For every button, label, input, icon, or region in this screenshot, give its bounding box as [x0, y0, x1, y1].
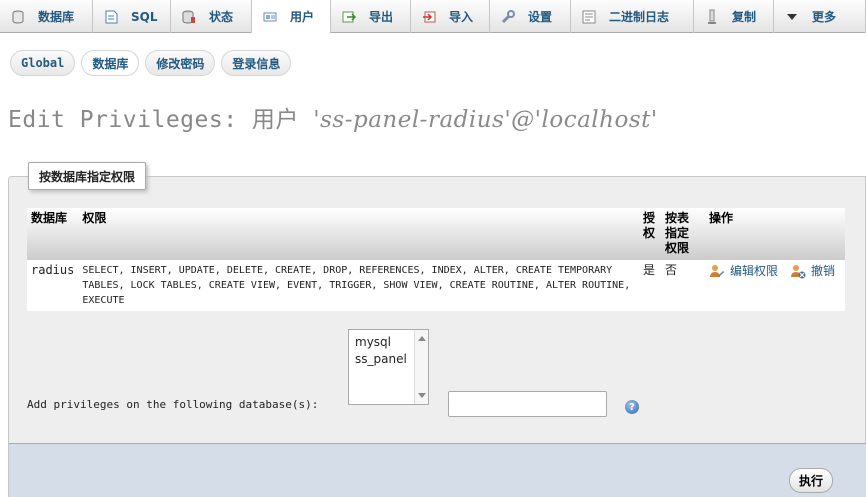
status-icon: [181, 9, 197, 25]
users-icon: [262, 9, 278, 25]
cell-privileges: SELECT, INSERT, UPDATE, DELETE, CREATE, …: [78, 260, 639, 311]
sub-tabs: Global 数据库 修改密码 登录信息: [10, 50, 292, 76]
tab-import[interactable]: 导入: [411, 0, 490, 33]
replication-icon: [704, 9, 720, 25]
tab-binary-log[interactable]: 二进制日志: [571, 0, 694, 33]
more-icon: [784, 9, 800, 25]
database-select-list[interactable]: mysql ss_panel: [348, 329, 429, 405]
binlog-icon: [581, 9, 597, 25]
tab-label: 复制: [732, 10, 757, 24]
go-button[interactable]: 执行: [789, 468, 833, 493]
database-name-input[interactable]: [448, 391, 607, 417]
subtab-login-info[interactable]: 登录信息: [221, 50, 292, 76]
cell-db: radius: [27, 260, 79, 311]
tab-sql[interactable]: SQL: [93, 0, 171, 33]
help-icon[interactable]: ?: [625, 400, 639, 414]
subtab-change-password[interactable]: 修改密码: [145, 50, 216, 76]
sql-icon: [103, 9, 119, 25]
database-icon: [10, 9, 26, 25]
top-navigation: 数据库 SQL 状态 用户 导出 导入 设置 二进制日志 复制 更多: [0, 0, 866, 34]
fieldset-legend: 按数据库指定权限: [28, 162, 147, 190]
page-title-prefix: Edit Privileges: 用户: [8, 107, 299, 133]
edit-user-icon: [709, 263, 725, 279]
tab-label: 导入: [449, 10, 474, 24]
tab-label: 状态: [209, 10, 234, 24]
tab-replication[interactable]: 复制: [694, 0, 774, 33]
tab-export[interactable]: 导出: [331, 0, 411, 33]
settings-icon: [500, 9, 516, 25]
import-icon: [421, 9, 437, 25]
cell-table-specific: 否: [660, 260, 705, 311]
subtab-global[interactable]: Global: [10, 50, 76, 76]
cell-actions: 编辑权限 撤销: [704, 260, 845, 311]
tab-more[interactable]: 更多: [774, 0, 866, 33]
col-header-privileges: 权限: [78, 208, 639, 260]
list-scrollbar[interactable]: [414, 330, 428, 404]
tab-label: SQL: [131, 9, 158, 24]
edit-privileges-label: 编辑权限: [729, 263, 778, 278]
tab-databases[interactable]: 数据库: [0, 0, 93, 33]
tab-label: 导出: [369, 10, 394, 24]
tab-settings[interactable]: 设置: [490, 0, 571, 33]
revoke-user-icon: [790, 263, 806, 279]
export-icon: [341, 9, 357, 25]
tab-status[interactable]: 状态: [171, 0, 252, 33]
tab-users[interactable]: 用户: [252, 0, 331, 34]
tab-label: 设置: [528, 10, 553, 24]
tab-label: 数据库: [38, 10, 75, 24]
add-privileges-label: Add privileges on the following database…: [27, 398, 319, 411]
revoke-label: 撤销: [810, 263, 835, 278]
tab-label: 二进制日志: [609, 10, 670, 24]
database-option[interactable]: mysql: [355, 334, 422, 351]
col-header-table-specific: 按表指定权限: [660, 208, 705, 260]
database-option[interactable]: ss_panel: [355, 351, 422, 368]
col-header-db: 数据库: [27, 208, 79, 260]
page-title: Edit Privileges: 用户 'ss-panel-radius'@'l…: [8, 100, 658, 134]
form-footer: [9, 443, 866, 497]
revoke-link[interactable]: 撤销: [790, 263, 835, 279]
scroll-up-icon[interactable]: [418, 336, 426, 341]
edit-privileges-link[interactable]: 编辑权限: [709, 263, 778, 279]
table-row: radius SELECT, INSERT, UPDATE, DELETE, C…: [27, 260, 845, 311]
privileges-table: 数据库 权限 授权 按表指定权限 操作 radius SELECT, INSER…: [27, 208, 845, 311]
table-header-row: 数据库 权限 授权 按表指定权限 操作: [27, 208, 845, 260]
tab-label: 用户: [290, 10, 315, 24]
col-header-grant: 授权: [639, 208, 661, 260]
scroll-down-icon[interactable]: [418, 393, 426, 398]
tab-label: 更多: [812, 10, 837, 24]
page-title-user: 'ss-panel-radius'@'localhost': [313, 107, 658, 133]
col-header-action: 操作: [704, 208, 845, 260]
subtab-database[interactable]: 数据库: [81, 50, 140, 76]
cell-grant: 是: [639, 260, 661, 311]
